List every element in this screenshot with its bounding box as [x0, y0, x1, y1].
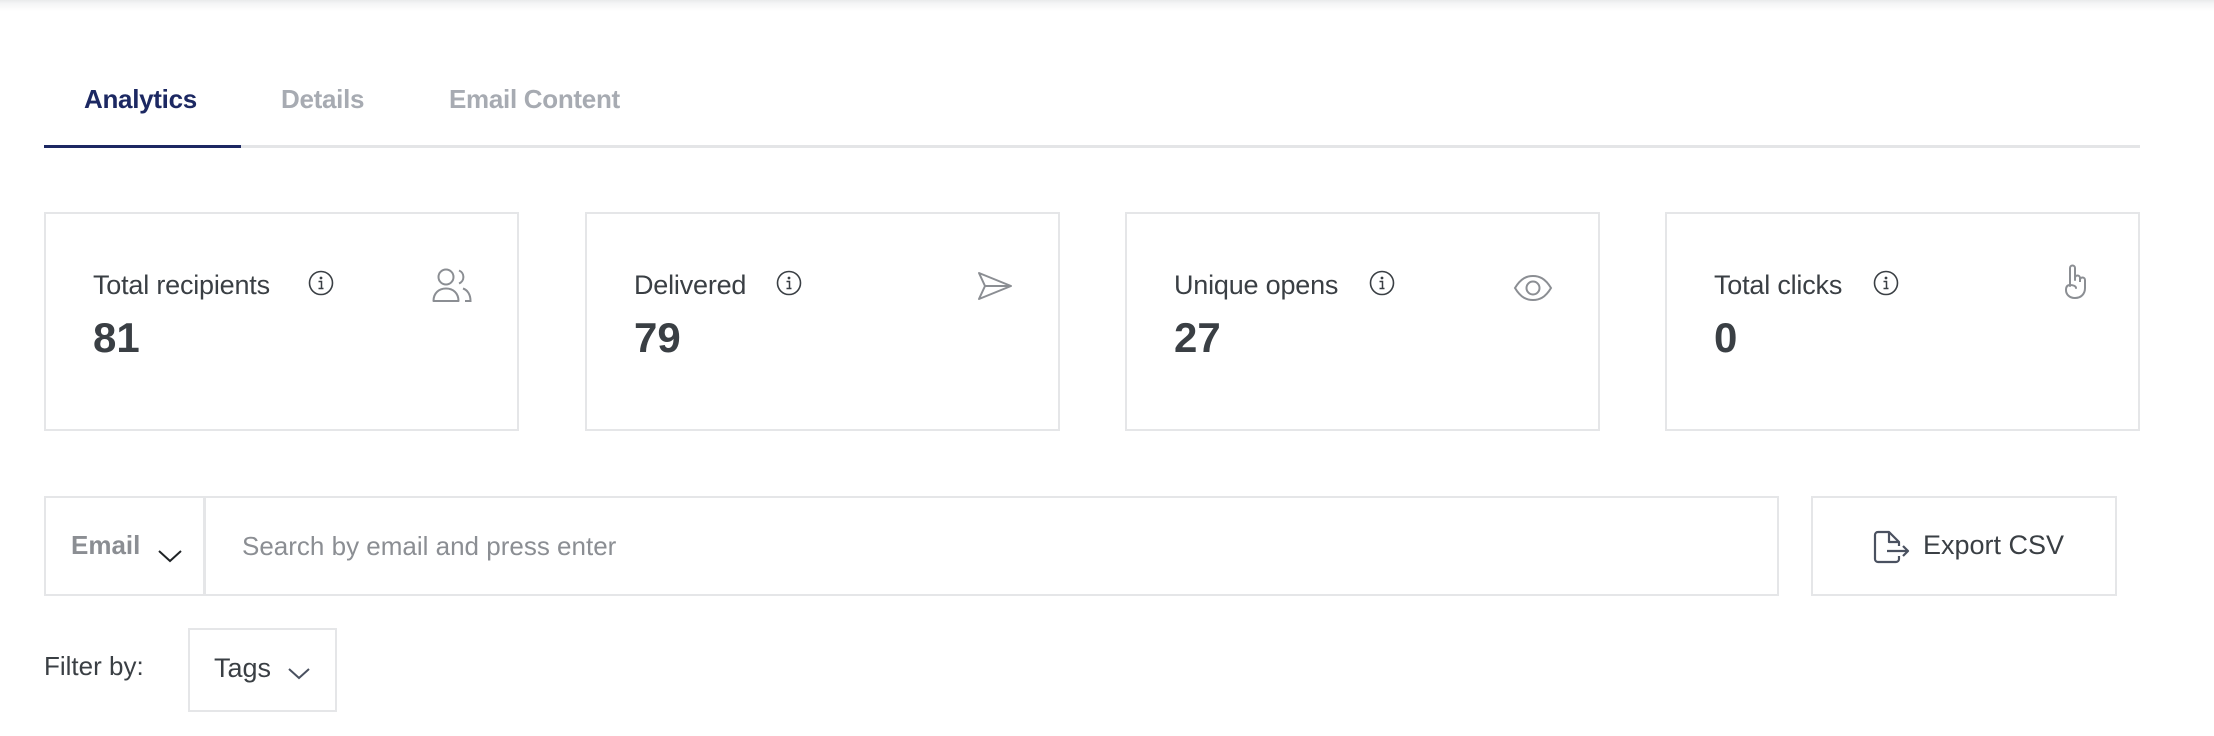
pointer-hand-icon: [2063, 264, 2089, 305]
info-icon[interactable]: [1369, 270, 1395, 296]
export-csv-label: Export CSV: [1923, 530, 2065, 560]
stat-card-delivered: Delivered 79: [585, 212, 1060, 431]
tab-email-content[interactable]: Email Content: [449, 84, 620, 115]
stat-label: Total clicks: [1714, 270, 1843, 300]
file-export-icon: [1873, 530, 1911, 569]
tab-bar: Analytics Details Email Content: [44, 70, 2140, 150]
info-icon[interactable]: [308, 270, 334, 296]
stat-card-total-clicks: Total clicks 0: [1665, 212, 2140, 431]
stat-value: 0: [1714, 314, 1738, 361]
tags-filter-select[interactable]: Tags: [188, 628, 337, 712]
info-icon[interactable]: [776, 270, 802, 296]
stat-label: Delivered: [634, 270, 747, 300]
stat-label: Unique opens: [1174, 270, 1339, 300]
tags-filter-value: Tags: [214, 653, 272, 683]
active-tab-indicator: [44, 145, 241, 148]
search-field-select[interactable]: Email: [46, 498, 206, 594]
tab-analytics[interactable]: Analytics: [84, 84, 197, 115]
send-icon: [977, 271, 1013, 306]
export-csv-button[interactable]: Export CSV: [1811, 496, 2117, 596]
info-icon[interactable]: [1873, 270, 1899, 296]
tab-bar-divider: [44, 145, 2140, 148]
search-bar: Email: [44, 496, 1779, 596]
header-shadow: [0, 0, 2214, 12]
stat-value: 81: [93, 314, 140, 361]
tab-details[interactable]: Details: [281, 84, 364, 115]
stat-value: 79: [634, 314, 681, 361]
users-icon: [432, 268, 472, 309]
chevron-down-icon: [287, 667, 311, 685]
stat-label: Total recipients: [93, 270, 270, 300]
stat-card-unique-opens: Unique opens 27: [1125, 212, 1600, 431]
search-field-select-value: Email: [71, 530, 141, 560]
search-input[interactable]: [209, 498, 1777, 594]
eye-icon: [1513, 274, 1553, 307]
filter-by-label: Filter by:: [44, 651, 144, 681]
stat-value: 27: [1174, 314, 1221, 361]
chevron-down-icon: [157, 549, 183, 568]
stat-card-total-recipients: Total recipients 81: [44, 212, 519, 431]
